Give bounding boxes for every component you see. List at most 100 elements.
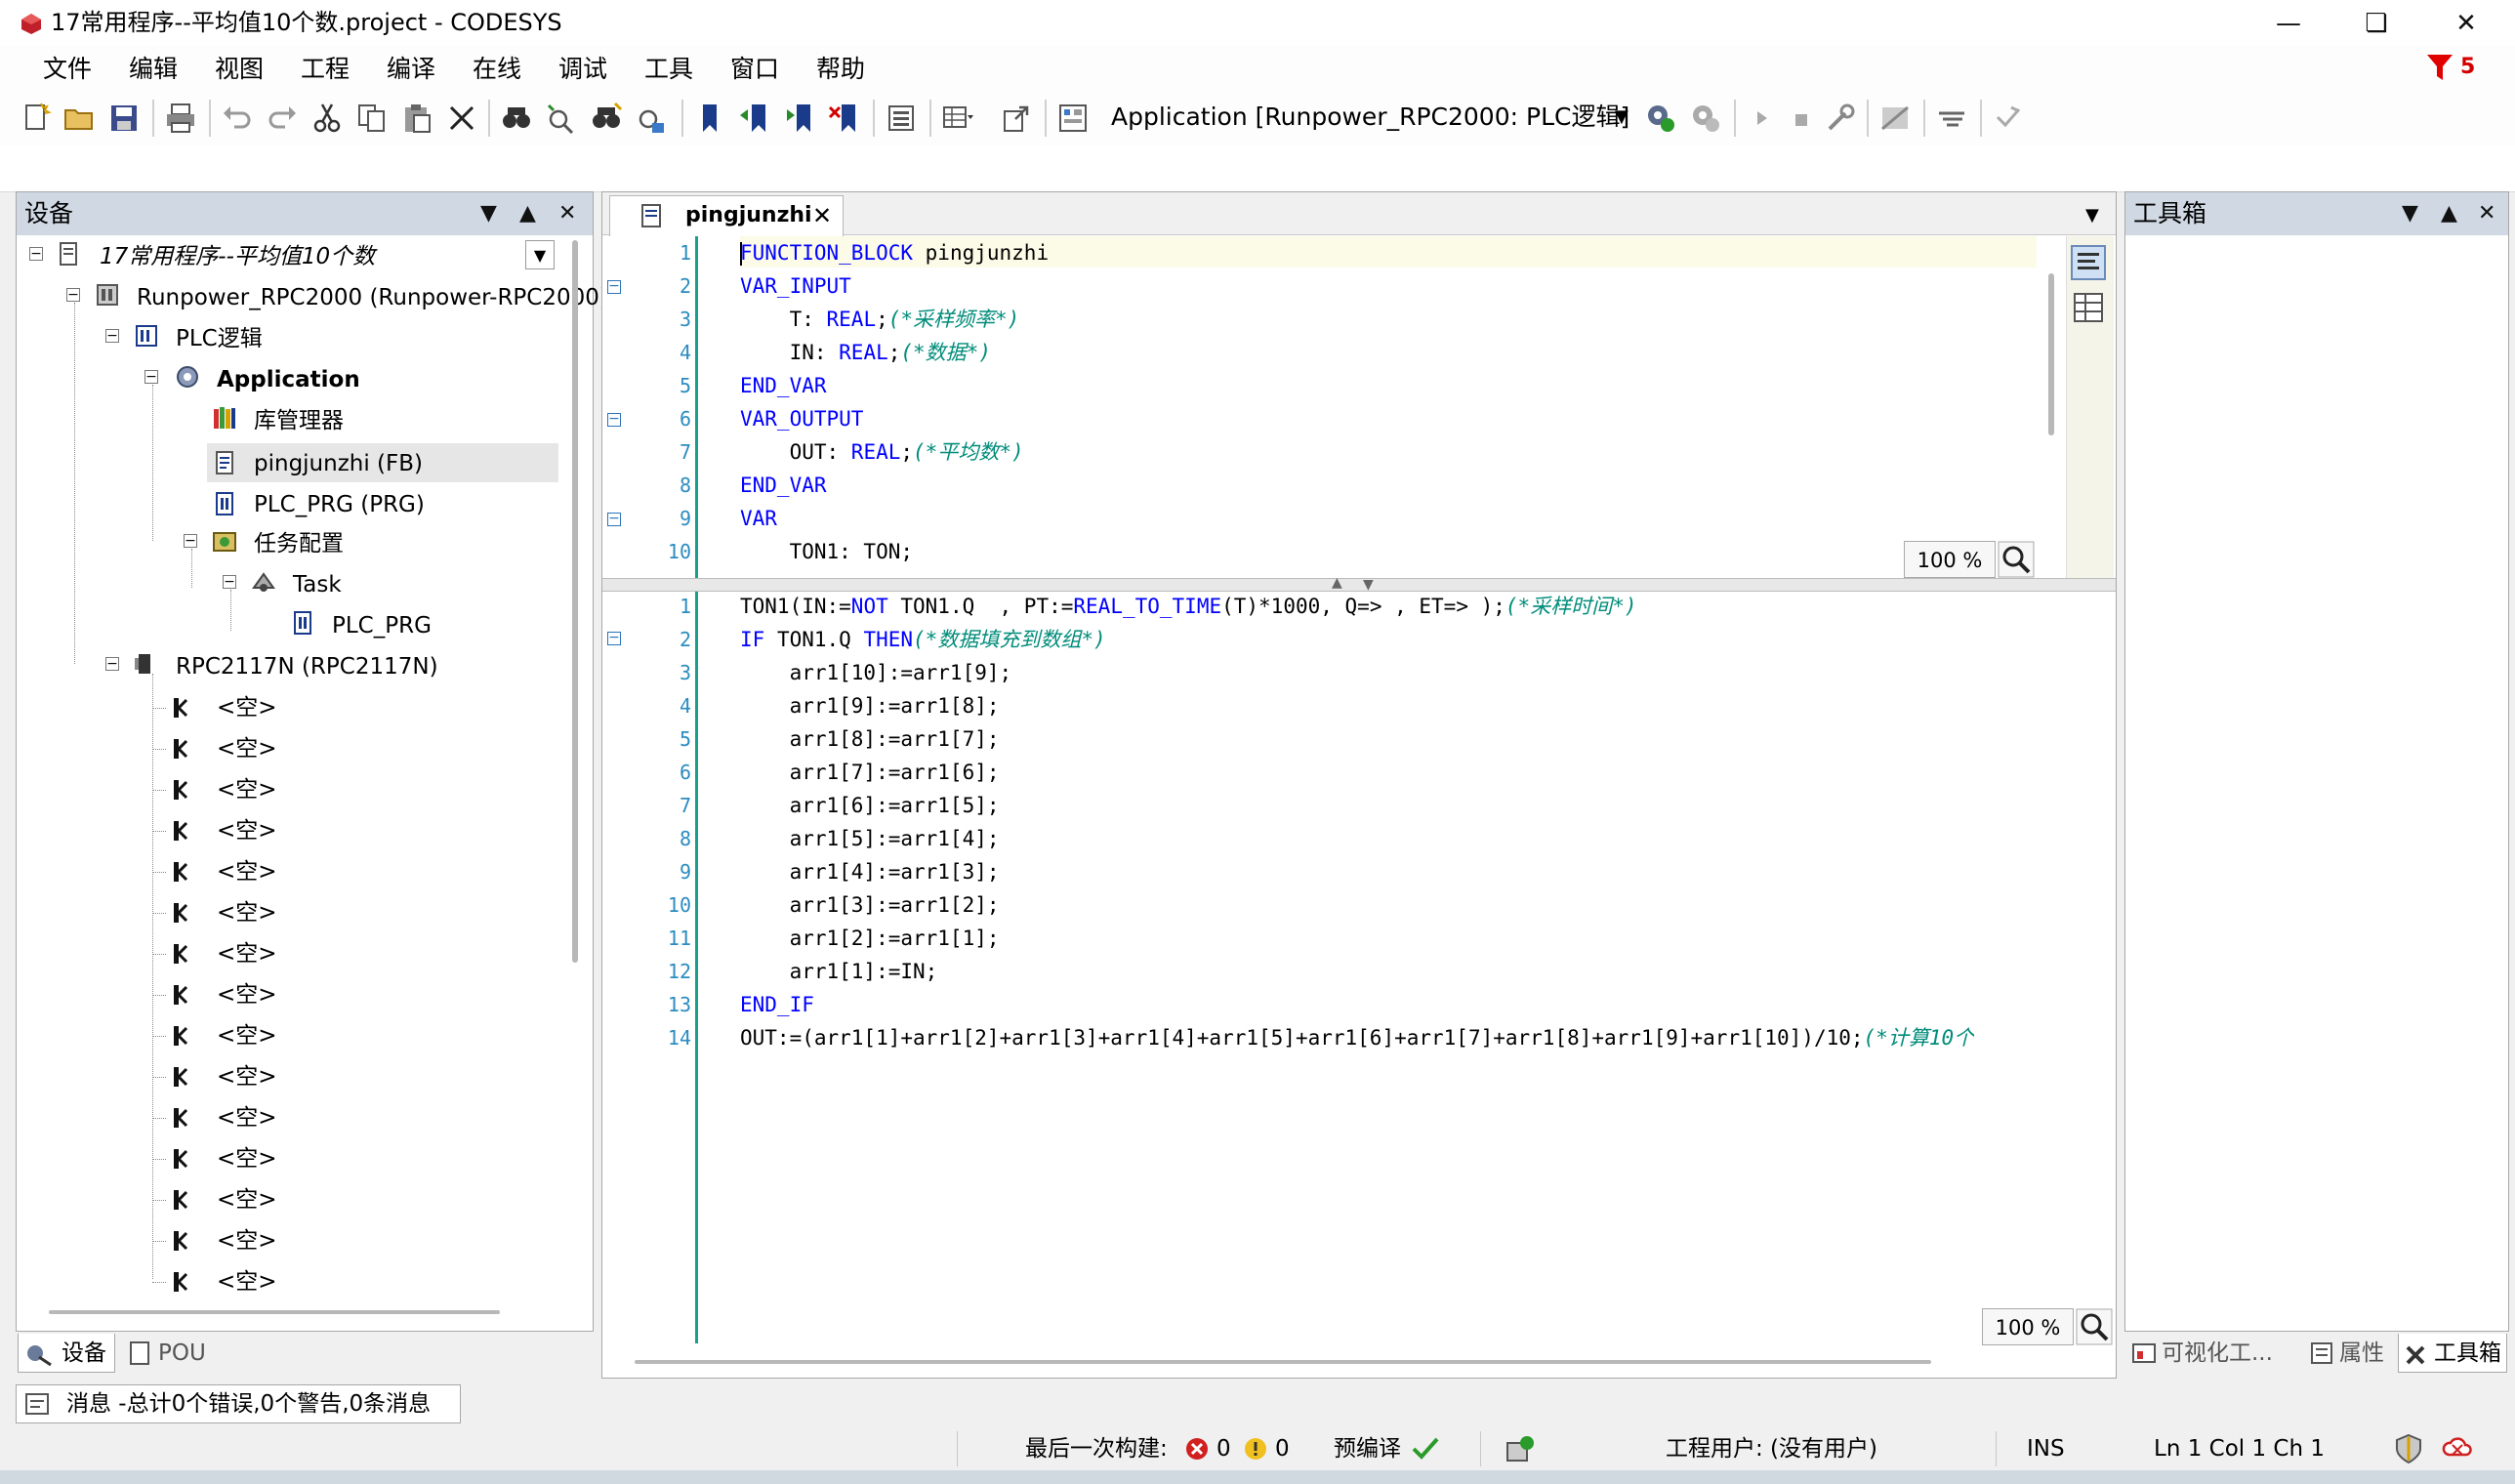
implementation-code-line[interactable]: arr1[4]:=arr1[3]; (740, 855, 1000, 888)
tab-list-dropdown-icon[interactable]: ▼ (2085, 195, 2099, 236)
replace-icon[interactable] (590, 102, 623, 135)
tab-properties[interactable]: 属性 (2339, 1334, 2398, 1373)
fold-toggle[interactable]: − (607, 512, 621, 526)
implementation-code-line[interactable]: arr1[3]:=arr1[2]; (740, 888, 1000, 922)
login-icon[interactable] (1644, 102, 1677, 135)
declaration-code-line[interactable]: IN: REAL;(*数据*) (740, 336, 991, 369)
tree-item-project[interactable]: 17常用程序--平均值10个数 (100, 236, 375, 277)
tree-item-empty-slot[interactable]: <空> (217, 1056, 277, 1097)
new-file-icon[interactable] (20, 102, 53, 135)
save-icon[interactable] (107, 102, 141, 135)
online-config-icon[interactable] (1504, 1433, 1537, 1464)
declaration-code-line[interactable]: OUT: REAL;(*平均数*) (740, 435, 1024, 469)
tree-item-task-config[interactable]: 任务配置 (254, 523, 344, 564)
panel-dropdown-icon[interactable]: ▼ (480, 192, 497, 235)
step-over-icon[interactable] (1935, 102, 1968, 135)
declaration-code-line[interactable]: END_VAR (740, 369, 827, 402)
stop-icon[interactable] (1785, 102, 1818, 135)
restore-button[interactable]: ❏ (2347, 4, 2406, 43)
tree-item-empty-slot[interactable]: <空> (217, 851, 277, 892)
devices-horizontal-scrollbar[interactable] (49, 1310, 500, 1314)
implementation-code-line[interactable]: arr1[6]:=arr1[5]; (740, 789, 1000, 822)
breakpoint-icon[interactable] (1878, 102, 1912, 135)
declaration-code-line[interactable]: T: REAL;(*采样频率*) (740, 303, 1020, 336)
find-icon[interactable] (500, 102, 533, 135)
implementation-code-line[interactable]: arr1[1]:=IN; (740, 955, 938, 988)
insert-table-icon[interactable] (941, 102, 974, 135)
copy-icon[interactable] (355, 102, 389, 135)
find-next-icon[interactable] (545, 102, 578, 135)
menu-project[interactable]: 工程 (301, 55, 350, 84)
tree-item-empty-slot[interactable]: <空> (217, 810, 277, 851)
implementation-horizontal-scrollbar[interactable] (635, 1360, 1931, 1364)
print-icon[interactable] (164, 102, 197, 135)
menu-edit[interactable]: 编辑 (129, 55, 178, 84)
bookmark-next-icon[interactable] (783, 102, 816, 135)
cut-icon[interactable] (310, 102, 344, 135)
replace-all-icon[interactable] (635, 102, 668, 135)
delete-icon[interactable] (445, 102, 478, 135)
implementation-code-line[interactable]: arr1[9]:=arr1[8]; (740, 689, 1000, 722)
bookmark-icon[interactable] (693, 102, 726, 135)
close-window-button[interactable]: ✕ (2437, 4, 2495, 43)
zoom-magnifier-icon[interactable] (2076, 1308, 2113, 1345)
tree-collapse-toggle[interactable]: − (223, 575, 236, 589)
clipboard-icon[interactable] (885, 102, 918, 135)
cloud-disconnected-icon[interactable] (2441, 1433, 2474, 1463)
tree-collapse-toggle[interactable]: − (66, 288, 80, 302)
tree-item-empty-slot[interactable]: <空> (217, 974, 277, 1015)
menu-debug[interactable]: 调试 (558, 55, 607, 84)
menu-view[interactable]: 视图 (215, 55, 264, 84)
minimize-button[interactable]: — (2259, 4, 2318, 43)
close-tab-icon[interactable]: ✕ (812, 195, 832, 236)
fold-toggle[interactable]: − (607, 279, 621, 294)
fold-toggle[interactable]: − (607, 412, 621, 427)
menu-file[interactable]: 文件 (43, 55, 92, 84)
tree-item-empty-slot[interactable]: <空> (217, 687, 277, 728)
tree-item-empty-slot[interactable]: <空> (217, 728, 277, 769)
tree-item-task[interactable]: Task (293, 564, 342, 605)
tree-item-empty-slot[interactable]: <空> (217, 1097, 277, 1138)
implementation-code-line[interactable]: OUT:=(arr1[1]+arr1[2]+arr1[3]+arr1[4]+ar… (740, 1021, 1974, 1054)
tree-item-plc-prg-call[interactable]: PLC_PRG (332, 605, 432, 646)
tree-item-pingjunzhi[interactable]: pingjunzhi (FB) (254, 443, 423, 484)
pin-icon[interactable]: ▲ (2441, 192, 2457, 235)
tree-item-rpc2117n[interactable]: RPC2117N (RPC2117N) (176, 646, 438, 687)
devices-vertical-scrollbar[interactable] (572, 240, 578, 963)
tree-collapse-toggle[interactable]: − (29, 247, 43, 261)
implementation-code-line[interactable]: arr1[2]:=arr1[1]; (740, 922, 1000, 955)
paste-icon[interactable] (400, 102, 433, 135)
watch-list-icon[interactable] (1056, 102, 1090, 135)
implementation-code-line[interactable]: arr1[8]:=arr1[7]; (740, 722, 1000, 756)
implementation-code-line[interactable]: arr1[7]:=arr1[6]; (740, 756, 1000, 789)
menu-help[interactable]: 帮助 (816, 55, 865, 84)
error-icon[interactable] (1185, 1437, 1209, 1461)
reset-tools-icon[interactable] (1824, 102, 1857, 135)
declaration-zoom-level[interactable]: 100 % (1904, 541, 1996, 578)
tree-item-empty-slot[interactable]: <空> (217, 1179, 277, 1220)
redo-icon[interactable] (266, 102, 299, 135)
declaration-code-line[interactable]: VAR_OUTPUT (740, 402, 863, 435)
tree-item-library-manager[interactable]: 库管理器 (254, 400, 344, 441)
export-icon[interactable] (1000, 102, 1033, 135)
tree-collapse-toggle[interactable]: − (184, 534, 197, 548)
pin-icon[interactable]: ▲ (519, 192, 536, 235)
tree-item-empty-slot[interactable]: <空> (217, 933, 277, 974)
menu-build[interactable]: 编译 (387, 55, 435, 84)
open-folder-icon[interactable] (62, 102, 96, 135)
declaration-code-line[interactable]: TON1: TON; (740, 535, 913, 568)
filter-alert-icon[interactable] (2425, 53, 2454, 82)
textual-view-icon[interactable] (2070, 244, 2107, 281)
tab-visualization-toolbox[interactable]: 可视化工... (2162, 1334, 2308, 1373)
zoom-magnifier-icon[interactable] (1998, 541, 2035, 578)
splitter-up-icon[interactable]: ▲ (1332, 576, 1342, 590)
warning-icon[interactable] (1244, 1437, 1267, 1461)
menu-tools[interactable]: 工具 (644, 55, 693, 84)
tree-collapse-toggle[interactable]: − (144, 370, 158, 384)
tree-collapse-toggle[interactable]: − (105, 329, 119, 343)
bookmark-prev-icon[interactable] (738, 102, 771, 135)
start-icon[interactable] (1746, 102, 1779, 135)
declaration-code-line[interactable]: VAR_INPUT (740, 269, 851, 303)
tree-item-empty-slot[interactable]: <空> (217, 1261, 277, 1302)
implementation-code-line[interactable]: arr1[5]:=arr1[4]; (740, 822, 1000, 855)
